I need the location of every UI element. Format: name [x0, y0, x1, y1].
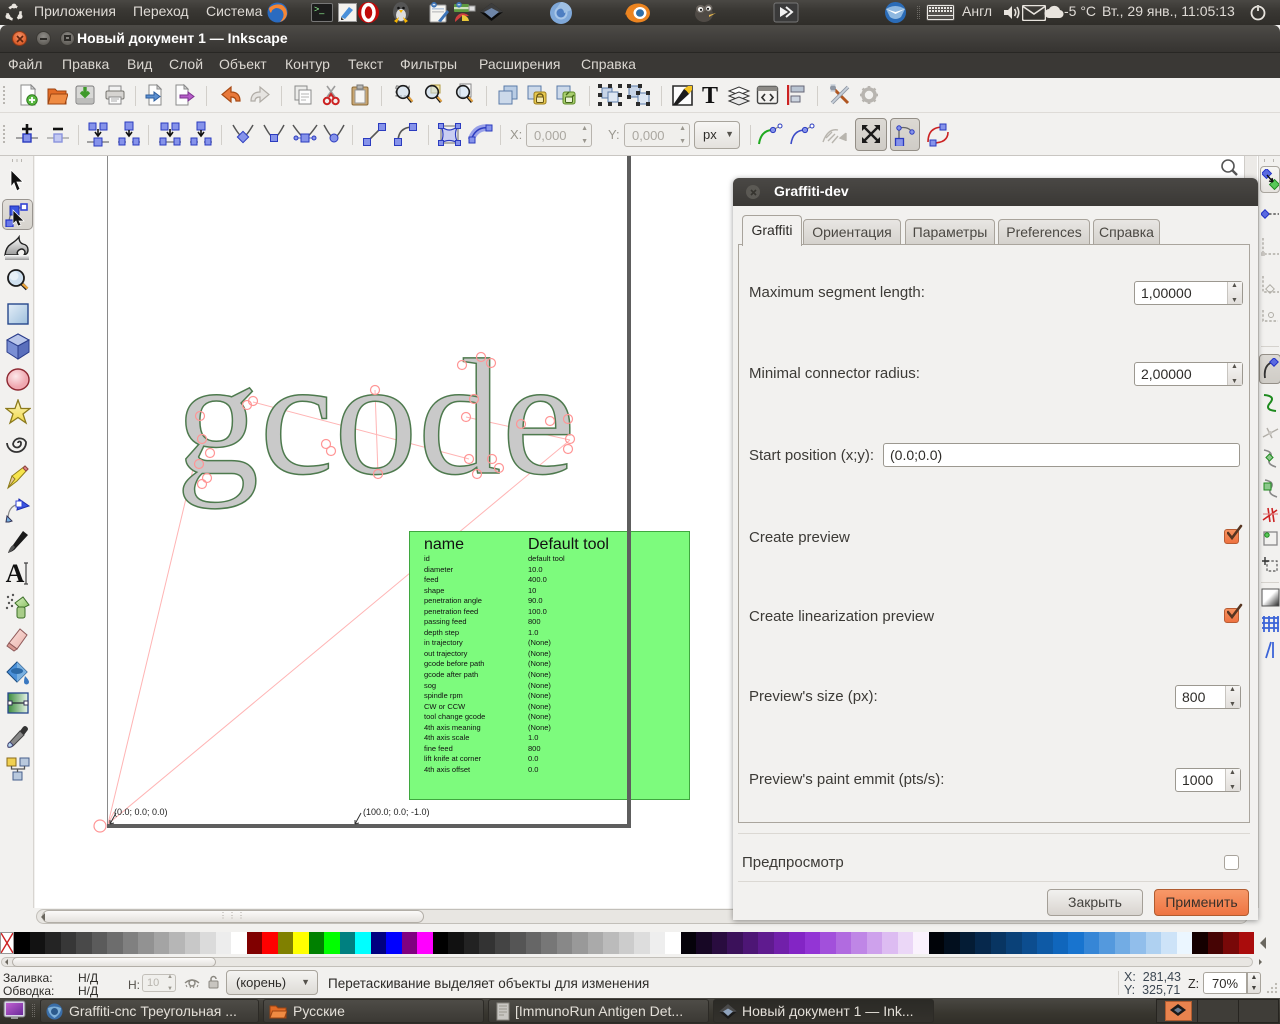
svg-text:T: T	[702, 83, 718, 107]
svg-text:gcode: gcode	[176, 325, 576, 509]
svg-text:A: A	[6, 560, 25, 587]
